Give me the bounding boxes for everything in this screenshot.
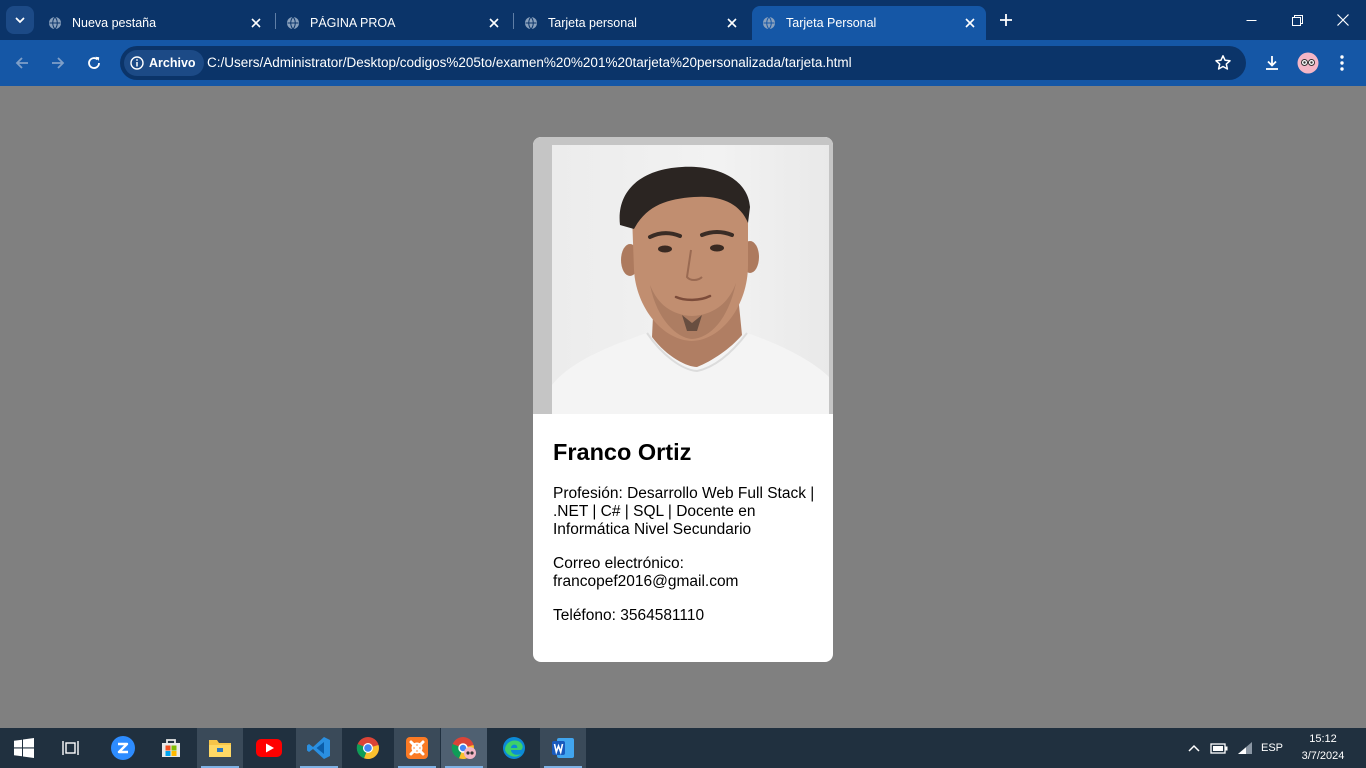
zoom-app[interactable]	[100, 728, 146, 768]
battery-indicator[interactable]	[1208, 728, 1230, 768]
page-viewport: Franco Ortiz Profesión: Desarrollo Web F…	[0, 86, 1366, 728]
windows-taskbar: ESP 15:12 3/7/2024	[0, 728, 1366, 768]
network-indicator[interactable]	[1234, 728, 1256, 768]
more-vertical-icon	[1340, 55, 1344, 71]
task-view-icon	[62, 741, 79, 755]
avatar-icon	[1297, 52, 1319, 74]
windows-logo-icon	[14, 738, 34, 758]
back-button[interactable]	[8, 49, 36, 77]
word-icon	[552, 738, 574, 758]
close-icon	[727, 18, 737, 28]
chevron-up-icon	[1188, 744, 1200, 752]
microsoft-store-app[interactable]	[148, 728, 194, 768]
downloads-button[interactable]	[1260, 51, 1284, 75]
edge-app[interactable]	[491, 728, 537, 768]
info-icon	[130, 56, 144, 70]
card-phone: Teléfono: 3564581110	[553, 607, 705, 624]
close-tab-button[interactable]	[246, 13, 266, 33]
tab-title: Tarjeta Personal	[786, 16, 877, 30]
word-app[interactable]	[540, 728, 586, 768]
reload-icon	[88, 56, 100, 69]
input-language-indicator[interactable]: ESP	[1258, 728, 1286, 768]
show-hidden-icons-button[interactable]	[1184, 728, 1204, 768]
tab-tarjeta-personal[interactable]: Tarjeta personal	[514, 6, 748, 40]
tab-title: Nueva pestaña	[72, 16, 157, 30]
download-icon	[1266, 56, 1278, 70]
close-window-button[interactable]	[1320, 0, 1366, 40]
tab-title: PÁGINA PROA	[310, 16, 396, 30]
start-button[interactable]	[1, 728, 47, 768]
arrow-left-icon	[15, 57, 28, 69]
card-profession: Profesión: Desarrollo Web Full Stack | .…	[553, 485, 815, 538]
file-explorer-app[interactable]	[197, 728, 243, 768]
tab-title: Tarjeta personal	[548, 16, 637, 30]
chevron-down-icon	[15, 17, 25, 24]
forward-button[interactable]	[44, 49, 72, 77]
personal-card: Franco Ortiz Profesión: Desarrollo Web F…	[533, 137, 833, 662]
globe-icon	[525, 16, 537, 30]
reload-button[interactable]	[80, 49, 108, 77]
arrow-right-icon	[52, 57, 65, 69]
xampp-icon	[406, 737, 428, 759]
address-bar[interactable]: Archivo C:/Users/Administrator/Desktop/c…	[120, 46, 1246, 80]
close-tab-button[interactable]	[960, 13, 980, 33]
plus-icon	[1000, 14, 1012, 26]
site-info-chip[interactable]: Archivo	[124, 50, 204, 76]
zoom-icon	[111, 736, 135, 760]
xampp-app[interactable]	[394, 728, 440, 768]
minimize-button[interactable]	[1228, 0, 1274, 40]
browser-toolbar: Archivo C:/Users/Administrator/Desktop/c…	[0, 40, 1366, 86]
restore-icon	[1291, 14, 1303, 26]
restore-button[interactable]	[1274, 0, 1320, 40]
close-icon	[965, 18, 975, 28]
photo-frame	[533, 137, 833, 414]
url-text[interactable]: C:/Users/Administrator/Desktop/codigos%2…	[207, 55, 852, 70]
close-tab-button[interactable]	[722, 13, 742, 33]
new-tab-button[interactable]	[994, 8, 1018, 32]
site-chip-label: Archivo	[149, 56, 196, 70]
tab-tarjeta-personal-active[interactable]: Tarjeta Personal	[752, 6, 986, 40]
folder-icon	[209, 740, 231, 757]
store-icon	[162, 739, 180, 757]
chrome-profile-icon	[451, 737, 476, 760]
profile-button[interactable]	[1296, 51, 1320, 75]
profile-photo	[552, 145, 829, 414]
chrome-profile-app[interactable]	[441, 728, 487, 768]
youtube-app[interactable]	[246, 728, 292, 768]
card-email: Correo electrónico: francopef2016@gmail.…	[553, 555, 739, 590]
chrome-icon	[356, 737, 379, 760]
tab-pagina-proa[interactable]: PÁGINA PROA	[276, 6, 510, 40]
minimize-icon	[1246, 19, 1256, 21]
edge-icon	[503, 737, 525, 759]
chrome-app[interactable]	[345, 728, 391, 768]
globe-icon	[287, 16, 299, 30]
globe-icon	[763, 16, 775, 30]
card-body: Franco Ortiz Profesión: Desarrollo Web F…	[553, 437, 815, 641]
menu-button[interactable]	[1330, 51, 1354, 75]
vscode-app[interactable]	[296, 728, 342, 768]
card-name: Franco Ortiz	[553, 439, 692, 465]
clock-time: 15:12	[1309, 733, 1337, 745]
globe-icon	[49, 16, 61, 30]
close-tab-button[interactable]	[484, 13, 504, 33]
task-view-button[interactable]	[48, 728, 94, 768]
clock[interactable]: 15:12 3/7/2024	[1290, 731, 1356, 765]
bookmark-star-icon[interactable]	[1214, 54, 1232, 72]
vscode-icon	[307, 737, 330, 759]
close-icon	[1337, 14, 1349, 26]
close-icon	[251, 18, 261, 28]
tab-search-button[interactable]	[6, 6, 34, 34]
tab-nueva-pestana[interactable]: Nueva pestaña	[38, 6, 272, 40]
browser-titlebar: Nueva pestaña PÁGINA PROA Tarjeta person…	[0, 0, 1366, 40]
wifi-icon	[1238, 742, 1252, 754]
battery-icon	[1210, 743, 1228, 754]
person-portrait	[552, 166, 829, 414]
youtube-icon	[256, 739, 282, 757]
close-icon	[489, 18, 499, 28]
clock-date: 3/7/2024	[1301, 750, 1345, 762]
